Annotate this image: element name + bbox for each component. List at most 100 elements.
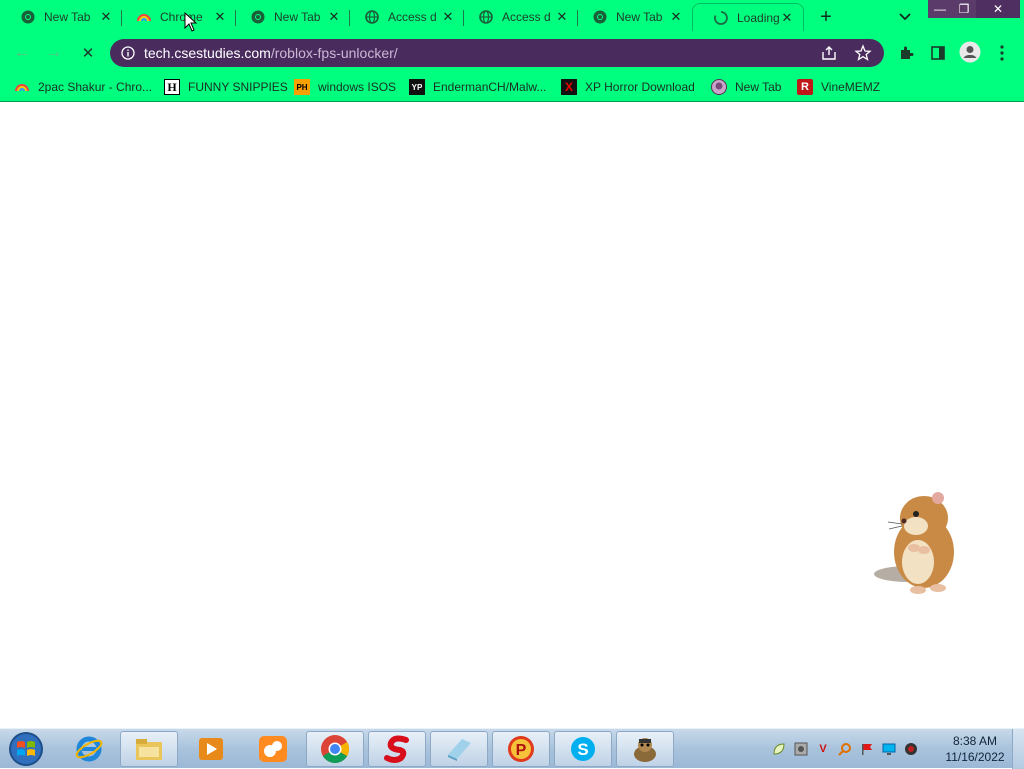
bookmark-funny-snippies[interactable]: H FUNNY SNIPPIES	[164, 76, 288, 98]
tab-access-denied-2[interactable]: Access d ✕	[458, 3, 578, 31]
internet-explorer-icon	[75, 736, 103, 762]
bookmark-endermanch[interactable]: YP EndermanCH/Malw...	[409, 76, 546, 98]
mouse-cursor-icon	[184, 12, 198, 32]
rainbow-icon	[136, 9, 152, 25]
maximize-button[interactable]: ❐	[952, 0, 976, 18]
tab-title: Access d	[502, 10, 551, 24]
new-tab-button[interactable]: +	[814, 6, 838, 28]
x-icon: X	[561, 79, 577, 95]
extensions-icon[interactable]	[896, 43, 916, 63]
close-icon[interactable]: ✕	[212, 9, 228, 25]
v-tray-icon[interactable]: V	[814, 740, 832, 758]
flag-icon[interactable]	[858, 740, 876, 758]
close-icon[interactable]: ✕	[98, 9, 114, 25]
p-app-icon: P	[508, 736, 534, 762]
chevron-down-icon	[899, 13, 911, 21]
page-content	[0, 103, 1024, 727]
taskbar-notepad[interactable]	[430, 731, 488, 767]
taskbar-uc-browser[interactable]	[244, 731, 302, 767]
taskbar-file-explorer[interactable]	[120, 731, 178, 767]
bookmark-label: 2pac Shakur - Chro...	[38, 80, 153, 94]
bookmark-label: FUNNY SNIPPIES	[188, 80, 288, 94]
network-leaf-icon[interactable]	[770, 740, 788, 758]
close-icon[interactable]: ✕	[554, 9, 570, 25]
back-button[interactable]: ←	[10, 41, 34, 65]
notepad-icon	[448, 739, 471, 761]
menu-kebab-icon[interactable]	[992, 43, 1012, 63]
clock-time: 8:38 AM	[952, 734, 998, 748]
close-icon[interactable]: ✕	[440, 9, 456, 25]
display-icon[interactable]	[880, 740, 898, 758]
speaker-icon[interactable]	[902, 740, 920, 758]
close-icon[interactable]: ✕	[326, 9, 342, 25]
share-icon[interactable]	[820, 44, 838, 62]
bookmark-windows-isos[interactable]: PH windows ISOS	[294, 76, 396, 98]
file-explorer-icon	[136, 739, 162, 760]
chrome-icon	[20, 9, 36, 25]
taskbar-internet-explorer[interactable]	[60, 731, 118, 767]
tab-title: New Tab	[44, 10, 91, 24]
h-icon: H	[164, 79, 180, 95]
side-panel-icon[interactable]	[928, 43, 948, 63]
show-desktop-button[interactable]	[1012, 729, 1024, 769]
start-button[interactable]	[6, 730, 46, 768]
bookmark-label: EndermanCH/Malw...	[433, 80, 547, 94]
bookmark-2pac[interactable]: 2pac Shakur - Chro...	[14, 76, 152, 98]
bookmark-star-icon[interactable]	[854, 44, 872, 62]
taskbar-skype[interactable]: S	[554, 731, 612, 767]
bookmark-vinememz[interactable]: R VineMEMZ	[797, 76, 880, 98]
tab-access-denied-1[interactable]: Access d ✕	[344, 3, 464, 31]
stop-loading-button[interactable]: ✕	[76, 41, 100, 65]
ph-icon: PH	[294, 79, 310, 95]
taskbar-chrome[interactable]	[306, 731, 364, 767]
tab-loading-active[interactable]: Loading... ✕	[692, 3, 804, 34]
close-icon[interactable]: ✕	[668, 9, 684, 25]
bookmark-label: windows ISOS	[318, 80, 397, 94]
taskbar-s-app[interactable]	[368, 731, 426, 767]
bookmark-label: XP Horror Download	[585, 80, 695, 94]
globe-icon	[478, 9, 494, 25]
profile-icon[interactable]	[958, 40, 982, 64]
url-path: /roblox-fps-unlocker/	[270, 45, 398, 61]
forward-button[interactable]: →	[42, 41, 66, 65]
tab-strip: New Tab ✕ Chrome ✕ New Tab ✕ Access d ✕ …	[0, 0, 1024, 34]
tab-new-tab-1[interactable]: New Tab ✕	[0, 3, 122, 31]
bookmark-new-tab[interactable]: New Tab	[711, 76, 781, 98]
tab-title: Loading...	[737, 10, 779, 25]
tray-app-icon[interactable]	[792, 740, 810, 758]
url-text[interactable]: tech.csestudies.com/roblox-fps-unlocker/	[144, 45, 398, 61]
windows-orb-icon	[9, 732, 43, 766]
globe-icon	[364, 9, 380, 25]
windows-taskbar: P S V 8:38 AM 11/16/2022	[0, 728, 1024, 769]
tab-title: Access d	[388, 10, 437, 24]
system-tray: V	[770, 739, 920, 759]
svg-text:P: P	[516, 742, 527, 759]
chrome-icon	[592, 9, 608, 25]
tab-search-button[interactable]	[894, 6, 916, 28]
tab-new-tab-3[interactable]: New Tab ✕	[572, 3, 692, 31]
taskbar-p-app[interactable]: P	[492, 731, 550, 767]
s-app-icon	[384, 735, 409, 763]
address-bar[interactable]: tech.csestudies.com/roblox-fps-unlocker/	[110, 39, 884, 67]
bookmark-xp-horror[interactable]: X XP Horror Download	[561, 76, 695, 98]
minimize-button[interactable]: —	[928, 0, 952, 18]
tab-new-tab-2[interactable]: New Tab ✕	[230, 3, 350, 31]
browser-toolbar: ← → ✕ tech.csestudies.com/roblox-fps-unl…	[0, 34, 1024, 72]
close-icon[interactable]: ✕	[779, 10, 795, 26]
tab-chrome[interactable]: Chrome ✕	[116, 3, 236, 31]
bookmark-label: New Tab	[735, 80, 782, 94]
rainbow-icon	[14, 79, 30, 95]
r-icon: R	[797, 79, 813, 95]
bookmark-label: VineMEMZ	[821, 80, 881, 94]
hamster-desktop-pet-icon[interactable]	[872, 488, 964, 596]
taskbar-media-player[interactable]	[182, 731, 240, 767]
taskbar-bonzi[interactable]	[616, 731, 674, 767]
svg-text:S: S	[577, 740, 588, 759]
info-icon[interactable]	[120, 45, 136, 61]
avatar-icon	[711, 79, 727, 95]
search-tray-icon[interactable]	[836, 740, 854, 758]
window-close-button[interactable]: ✕	[976, 0, 1020, 18]
tab-title: New Tab	[616, 10, 663, 24]
bonzi-icon	[634, 738, 656, 762]
system-clock[interactable]: 8:38 AM 11/16/2022	[940, 733, 1010, 765]
